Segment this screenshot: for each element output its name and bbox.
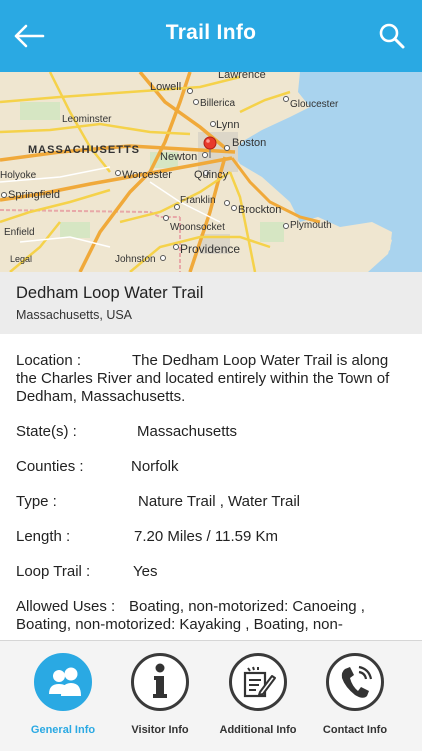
- map-label-quincy: Quincy: [194, 169, 229, 181]
- map-label-providence: Providence: [180, 242, 240, 256]
- map-label-plymouth: Plymouth: [290, 220, 332, 231]
- edit-note-icon: [243, 666, 276, 698]
- state-value: Massachusetts: [137, 423, 238, 440]
- trail-map[interactable]: Lawrence Lowell Billerica Gloucester Leo…: [0, 72, 422, 272]
- tab-label: Visitor Info: [131, 724, 189, 736]
- uses-value-line1: Boating, non-motorized: Canoeing ,: [129, 598, 365, 615]
- search-icon: [379, 23, 405, 49]
- map-label-holyoke: Holyoke: [0, 170, 37, 181]
- page-title: Trail Info: [165, 21, 257, 44]
- tab-contact-info[interactable]: Contact Info: [307, 653, 407, 745]
- phone-icon: [341, 665, 373, 698]
- trail-summary: Dedham Loop Water Trail Massachusetts, U…: [0, 272, 422, 334]
- app-header: Trail Info: [0, 0, 422, 72]
- tab-label: Additional Info: [219, 724, 297, 736]
- info-icon: [153, 663, 167, 698]
- loop-value: Yes: [133, 563, 158, 580]
- tab-icon-circle: [326, 653, 384, 711]
- map-label-legal: Legal: [10, 254, 32, 264]
- users-icon: [49, 667, 81, 696]
- tab-visitor-info[interactable]: Visitor Info: [112, 653, 212, 745]
- tab-icon-circle: [34, 653, 92, 711]
- loop-label: Loop Trail :: [16, 563, 91, 580]
- length-value: 7.20 Miles / 11.59 Km: [134, 528, 278, 545]
- uses-value-line2: Boating, non-motorized: Kayaking , Boati…: [16, 616, 343, 633]
- trail-name: Dedham Loop Water Trail: [16, 284, 204, 302]
- map-label-billerica: Billerica: [200, 98, 235, 109]
- state-label: State(s) :: [16, 423, 77, 440]
- map-label-woonsocket: Woonsocket: [170, 222, 225, 233]
- location-label: Location :: [16, 352, 82, 369]
- map-label-lawrence: Lawrence: [218, 72, 266, 81]
- bottom-tab-bar: General Info Visitor Info Additional Inf…: [0, 640, 422, 751]
- map-label-johnston: Johnston: [115, 254, 156, 265]
- tab-general-info[interactable]: General Info: [15, 653, 115, 745]
- counties-value: Norfolk: [131, 458, 179, 475]
- tab-icon-circle: [131, 653, 189, 711]
- map-label-springfield: Springfield: [8, 189, 60, 201]
- map-label-boston: Boston: [232, 137, 266, 149]
- map-label-gloucester: Gloucester: [290, 99, 339, 110]
- location-value-line1: The Dedham Loop Water Trail is along: [132, 352, 389, 369]
- location-value-line3: Dedham, Massachusetts.: [16, 388, 186, 405]
- map-label-lowell: Lowell: [150, 81, 181, 93]
- trail-location: Massachusetts, USA: [16, 308, 133, 322]
- trail-details[interactable]: Location : The Dedham Loop Water Trail i…: [0, 334, 422, 640]
- map-label-massachusetts: MASSACHUSETTS: [28, 144, 140, 156]
- length-label: Length :: [16, 528, 71, 545]
- search-button[interactable]: [378, 22, 406, 50]
- tab-additional-info[interactable]: Additional Info: [210, 653, 310, 745]
- location-value-line2: the Charles River and located entirely w…: [16, 370, 390, 387]
- type-label: Type :: [16, 493, 57, 510]
- type-value: Nature Trail , Water Trail: [138, 493, 300, 510]
- uses-label: Allowed Uses :: [16, 598, 116, 615]
- map-label-lynn: Lynn: [216, 119, 239, 131]
- tab-icon-circle: [229, 653, 287, 711]
- map-canvas: Lawrence Lowell Billerica Gloucester Leo…: [0, 72, 422, 272]
- map-label-brockton: Brockton: [238, 204, 281, 216]
- map-label-worcester: Worcester: [122, 169, 172, 181]
- map-label-franklin: Franklin: [180, 195, 216, 206]
- counties-label: Counties :: [16, 458, 84, 475]
- map-label-newton: Newton: [160, 151, 197, 163]
- map-label-leominster: Leominster: [62, 114, 112, 125]
- tab-label: General Info: [30, 724, 96, 736]
- tab-label: Contact Info: [322, 724, 388, 736]
- map-label-enfield: Enfield: [4, 227, 35, 238]
